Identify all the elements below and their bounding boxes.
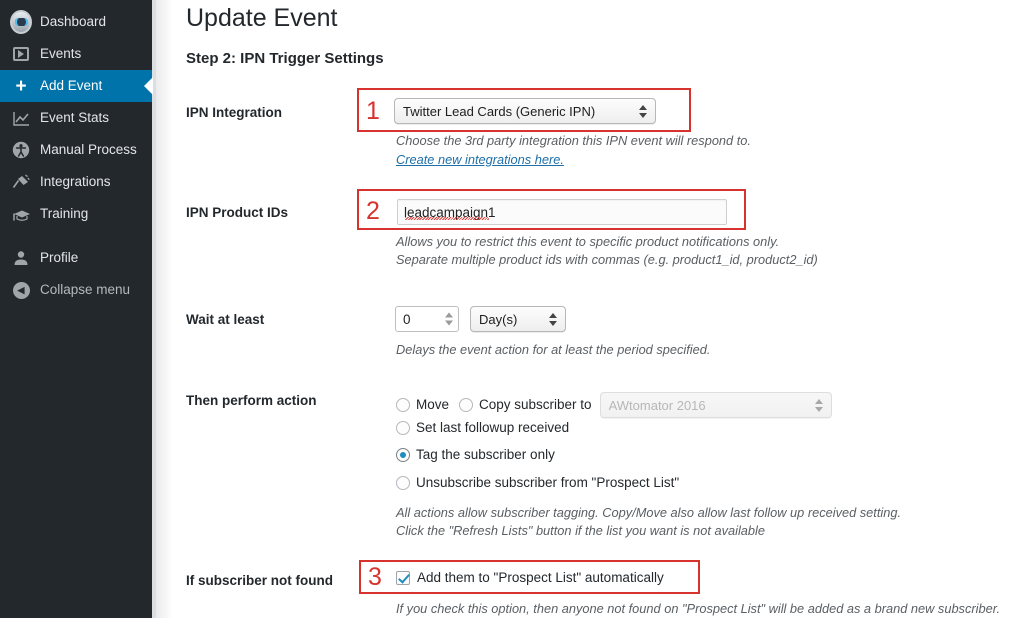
wait-at-least-label: Wait at least [186, 312, 265, 327]
action-option-row[interactable]: Set last followup received [396, 421, 569, 435]
sidebar-item-event-stats[interactable]: Event Stats [0, 102, 152, 134]
then-perform-action-help-line1: All actions allow subscriber tagging. Co… [396, 505, 902, 520]
copy-radio[interactable] [459, 398, 474, 412]
collapse-arrow-icon: ◀ [10, 281, 32, 299]
page-title: Update Event [186, 4, 338, 32]
user-icon [10, 250, 32, 266]
sidebar-nav: Dashboard Events + Add Event Event Stats [0, 0, 153, 618]
create-new-integrations-link[interactable]: Create new integrations here. [396, 152, 564, 167]
move-radio[interactable] [396, 398, 410, 412]
main-content: Update Event Step 2: IPN Trigger Setting… [172, 0, 1024, 618]
app-root: Dashboard Events + Add Event Event Stats [0, 0, 1024, 618]
ipn-product-ids-input-wrap [397, 199, 727, 225]
graduation-cap-icon [10, 207, 32, 222]
step-title: Step 2: IPN Trigger Settings [186, 50, 384, 67]
tag-subscriber-only-radio[interactable] [396, 448, 410, 462]
accessibility-icon [10, 141, 32, 159]
set-last-followup-radio[interactable] [396, 421, 410, 435]
sidebar-item-label: Training [40, 206, 89, 222]
if-subscriber-not-found-help: If you check this option, then anyone no… [396, 601, 1001, 616]
sidebar-item-integrations[interactable]: Integrations [0, 166, 152, 198]
robot-logo-icon [10, 10, 32, 34]
unsubscribe-subscriber-label: Unsubscribe subscriber from "Prospect Li… [416, 475, 680, 491]
ipn-integration-label: IPN Integration [186, 105, 283, 120]
add-to-prospect-list-checkbox[interactable] [396, 570, 410, 585]
sidebar-item-label: Add Event [40, 78, 103, 94]
sidebar-item-profile[interactable]: Profile [0, 242, 152, 274]
sidebar-gutter [152, 0, 172, 618]
ipn-product-ids-help-line2: Separate multiple product ids with comma… [396, 252, 818, 267]
sidebar-item-manual-process[interactable]: Manual Process [0, 134, 152, 166]
wait-amount-input[interactable] [395, 306, 459, 332]
action-move-copy-row: Move Copy subscriber to AWtomator 2016 [396, 392, 832, 418]
sidebar-divider-gap [0, 230, 152, 242]
sidebar-item-add-event[interactable]: + Add Event [0, 70, 153, 102]
sidebar-item-dashboard[interactable]: Dashboard [0, 6, 152, 38]
action-option-row[interactable]: Unsubscribe subscriber from "Prospect Li… [396, 476, 679, 490]
copy-radio-label: Copy subscriber to [479, 397, 592, 413]
tag-subscriber-only-label: Tag the subscriber only [416, 447, 555, 463]
ipn-product-ids-label: IPN Product IDs [186, 205, 289, 220]
wait-amount-stepper-wrap [395, 306, 459, 332]
ipn-integration-select[interactable]: Twitter Lead Cards (Generic IPN) [394, 98, 656, 124]
wait-unit-select-wrap: Day(s) [470, 306, 566, 332]
then-perform-action-help-line2: Click the "Refresh Lists" button if the … [396, 523, 765, 538]
ipn-product-ids-help-line1: Allows you to restrict this event to spe… [396, 234, 780, 249]
add-to-prospect-list-label: Add them to "Prospect List" automaticall… [417, 570, 664, 585]
plus-icon: + [15, 75, 27, 97]
sidebar-item-label: Events [40, 46, 82, 62]
sidebar-item-label: Collapse menu [40, 282, 131, 298]
add-to-prospect-list-row[interactable]: Add them to "Prospect List" automaticall… [396, 570, 664, 585]
plug-icon [10, 174, 32, 190]
if-subscriber-not-found-label: If subscriber not found [186, 573, 333, 588]
move-radio-label: Move [416, 397, 450, 413]
sidebar-item-events[interactable]: Events [0, 38, 152, 70]
sidebar-item-label: Manual Process [40, 142, 137, 158]
sidebar-item-label: Profile [40, 250, 79, 266]
action-option-row[interactable]: Tag the subscriber only [396, 448, 555, 462]
ipn-integration-help: Choose the 3rd party integration this IP… [396, 133, 751, 148]
sidebar-item-collapse-menu[interactable]: ◀ Collapse menu [0, 274, 152, 306]
sidebar-item-label: Dashboard [40, 14, 107, 30]
wait-unit-select[interactable]: Day(s) [470, 306, 566, 332]
sidebar-item-label: Integrations [40, 174, 111, 190]
sidebar-item-training[interactable]: Training [0, 198, 152, 230]
set-last-followup-label: Set last followup received [416, 420, 570, 436]
target-list-select-wrap: AWtomator 2016 [599, 392, 832, 418]
ipn-integration-select-wrap: Twitter Lead Cards (Generic IPN) [394, 98, 656, 124]
ipn-product-ids-input[interactable] [397, 199, 727, 225]
sidebar-item-label: Event Stats [40, 110, 110, 126]
target-list-select[interactable]: AWtomator 2016 [599, 392, 832, 418]
wait-at-least-help: Delays the event action for at least the… [396, 342, 711, 357]
then-perform-action-label: Then perform action [186, 393, 317, 408]
chart-line-icon [10, 111, 32, 126]
video-play-icon [10, 47, 32, 61]
unsubscribe-subscriber-radio[interactable] [396, 476, 410, 490]
